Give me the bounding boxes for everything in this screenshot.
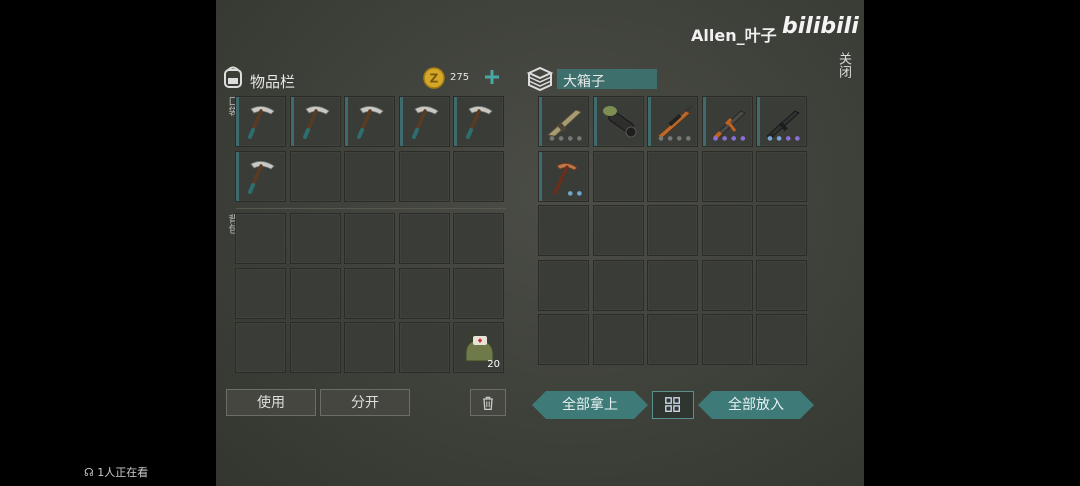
item-quality-dots: ● ● ● ● xyxy=(658,135,692,142)
coin-count: 275 xyxy=(450,72,470,83)
pocket-slot-empty[interactable] xyxy=(344,150,395,202)
username: Allen_叶子 xyxy=(691,26,777,45)
chest-slot-sniper-rifle[interactable]: ● ● ● ● xyxy=(647,96,698,147)
slot-durability-bar xyxy=(290,97,294,146)
chest-title: 大箱子 xyxy=(563,74,605,90)
chest-slot-empty[interactable] xyxy=(538,314,589,365)
take-all-button[interactable]: 全部拿上 xyxy=(532,391,648,419)
item-quality-dots: ● ● xyxy=(567,189,583,197)
sort-button[interactable] xyxy=(652,391,694,419)
chest-slot-empty[interactable] xyxy=(756,150,807,202)
backpack-slot-empty[interactable] xyxy=(289,267,341,319)
pickaxe-icon xyxy=(248,160,275,194)
item-quality-dots: ● ● ● ● xyxy=(767,135,801,142)
chest-slot-empty[interactable] xyxy=(701,314,753,365)
backpack-slot-empty[interactable] xyxy=(235,213,286,264)
pocket-slot-pickaxe[interactable] xyxy=(453,96,504,147)
pocket-slot-pickaxe[interactable] xyxy=(235,96,286,147)
chest-slot-rifle-beige[interactable]: ● ● ● ● xyxy=(538,96,589,147)
backpack-slot-empty[interactable] xyxy=(289,213,341,264)
pickaxe-icon xyxy=(411,106,439,139)
chest-slot-empty[interactable] xyxy=(647,205,698,256)
chest-slot-empty[interactable] xyxy=(592,205,644,256)
chest-slot-rocket-launcher[interactable] xyxy=(592,96,644,147)
slot-durability-bar xyxy=(236,97,239,146)
split-button[interactable]: 分开 xyxy=(320,389,410,416)
trash-icon xyxy=(483,396,493,411)
divider xyxy=(236,208,506,209)
pickaxe-icon xyxy=(466,106,493,139)
slot-durability-bar xyxy=(702,97,706,146)
chest-icon xyxy=(526,64,554,92)
chest-slot-empty[interactable] xyxy=(592,314,644,365)
backpack-slot-empty[interactable] xyxy=(398,213,450,264)
chest-slot-empty[interactable] xyxy=(647,259,698,311)
put-all-button[interactable]: 全部放入 xyxy=(698,391,814,419)
slot-durability-bar xyxy=(345,97,348,146)
coin-icon: Z xyxy=(423,67,445,89)
slot-durability-bar xyxy=(539,97,542,146)
game-screen: Allen_叶子 bilibili 关闭 物品栏 Z 275 口袋 背包 大箱子 xyxy=(216,0,864,486)
delete-button[interactable] xyxy=(470,389,506,416)
chest-slot-empty[interactable] xyxy=(592,259,644,311)
chest-slot-m4-rifle[interactable]: ● ● ● ● xyxy=(756,96,807,147)
grid-icon xyxy=(665,397,680,412)
chest-slot-empty[interactable] xyxy=(647,314,698,365)
pocket-slot-pickaxe[interactable] xyxy=(398,96,450,147)
pocket-slot-pickaxe[interactable] xyxy=(344,96,395,147)
chest-slot-pickaxe-copper[interactable]: ● ● xyxy=(538,150,589,202)
backpack-slot-empty[interactable] xyxy=(235,267,286,319)
chest-slot-ak-rifle[interactable]: ● ● ● ● xyxy=(701,96,753,147)
slot-durability-bar xyxy=(454,97,457,146)
backpack-slot-medkit-bag[interactable]: 20 xyxy=(453,322,504,373)
backpack-slot-empty[interactable] xyxy=(344,267,395,319)
pocket-slot-empty[interactable] xyxy=(453,150,504,202)
backpack-slot-empty[interactable] xyxy=(398,322,450,373)
add-coins-button[interactable] xyxy=(483,66,501,88)
chest-slot-empty[interactable] xyxy=(701,205,753,256)
inventory-title: 物品栏 xyxy=(250,73,296,91)
bilibili-logo: bilibili xyxy=(782,14,859,39)
slot-durability-bar xyxy=(757,97,760,146)
chest-slot-empty[interactable] xyxy=(701,150,753,202)
backpack-slot-empty[interactable] xyxy=(453,267,504,319)
pickaxe-icon xyxy=(302,106,330,139)
chest-slot-empty[interactable] xyxy=(756,259,807,311)
pickaxe-icon xyxy=(248,106,275,139)
close-button[interactable]: 关闭 xyxy=(834,52,853,78)
rocket-launcher-icon xyxy=(602,106,636,138)
chest-slot-empty[interactable] xyxy=(538,205,589,256)
pocket-slot-empty[interactable] xyxy=(289,150,341,202)
backpack-icon xyxy=(220,64,246,90)
slot-durability-bar xyxy=(236,151,239,201)
chest-slot-empty[interactable] xyxy=(538,259,589,311)
backpack-slot-empty[interactable] xyxy=(235,322,286,373)
slot-durability-bar xyxy=(539,151,542,201)
svg-text:Z: Z xyxy=(430,72,439,86)
chest-slot-empty[interactable] xyxy=(756,205,807,256)
item-count: 20 xyxy=(487,359,500,370)
pocket-slot-pickaxe[interactable] xyxy=(289,96,341,147)
slot-durability-bar xyxy=(593,97,597,146)
backpack-slot-empty[interactable] xyxy=(344,213,395,264)
item-quality-dots: ● ● ● ● xyxy=(712,135,747,142)
use-button[interactable]: 使用 xyxy=(226,389,316,416)
viewer-count: ☊ 1人正在看 xyxy=(84,464,148,480)
pocket-slot-empty[interactable] xyxy=(398,150,450,202)
slot-durability-bar xyxy=(399,97,403,146)
backpack-slot-empty[interactable] xyxy=(289,322,341,373)
backpack-slot-empty[interactable] xyxy=(398,267,450,319)
backpack-slot-empty[interactable] xyxy=(453,213,504,264)
viewer-count-label: 1人正在看 xyxy=(97,466,149,479)
chest-slot-empty[interactable] xyxy=(592,150,644,202)
chest-slot-empty[interactable] xyxy=(647,150,698,202)
backpack-slot-empty[interactable] xyxy=(344,322,395,373)
item-quality-dots: ● ● ● ● xyxy=(549,135,583,142)
chest-slot-empty[interactable] xyxy=(756,314,807,365)
slot-durability-bar xyxy=(648,97,651,146)
chest-slot-empty[interactable] xyxy=(701,259,753,311)
pickaxe-icon xyxy=(357,106,384,139)
pocket-slot-pickaxe[interactable] xyxy=(235,150,286,202)
viewer-icon: ☊ xyxy=(84,466,94,479)
